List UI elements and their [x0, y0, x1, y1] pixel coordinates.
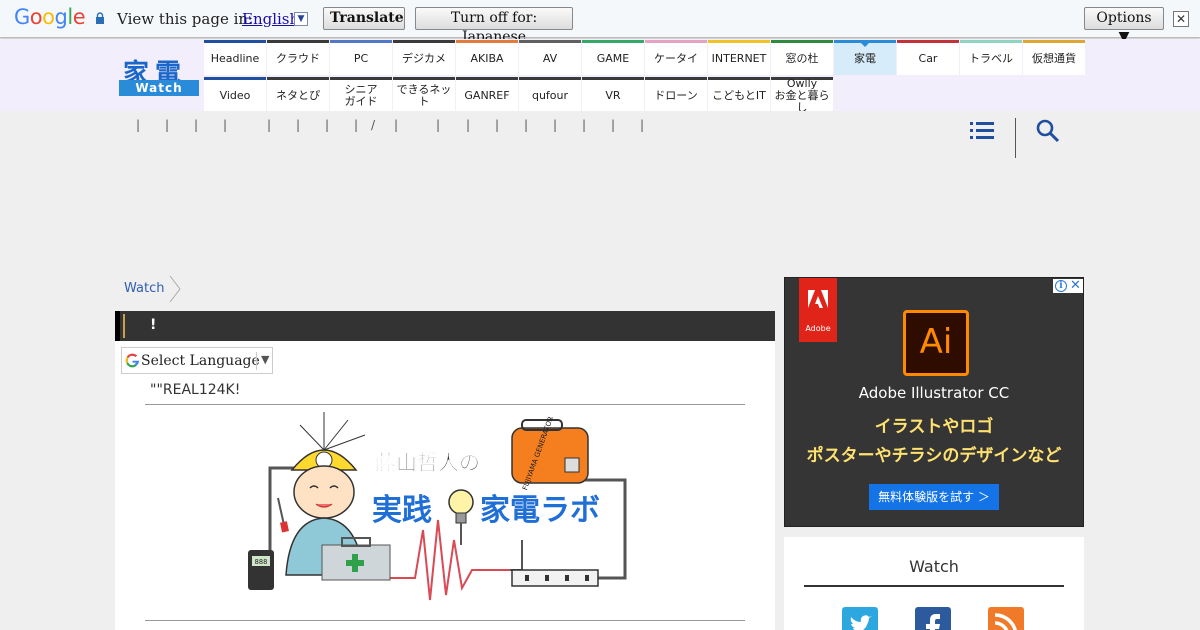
nav-item[interactable]: 仮想通貨: [1023, 40, 1085, 75]
sub-nav-separator: |: [582, 118, 587, 132]
sub-nav-separator: |: [495, 118, 500, 132]
banner-title-line1: 藤山哲人の: [374, 451, 480, 475]
sub-nav-separator: |: [553, 118, 558, 132]
translate-options-button[interactable]: Options ▼: [1084, 7, 1164, 45]
nav-item[interactable]: デジカメ: [393, 40, 455, 75]
banner-title-line2b: 家電ラボ: [480, 493, 600, 528]
advertisement[interactable]: i ✕ Adobe Ai Adobe Illustrator CC イラストやロ…: [784, 277, 1084, 527]
ad-choices[interactable]: i ✕: [1053, 279, 1083, 293]
search-icon[interactable]: [1036, 119, 1060, 143]
nav-item[interactable]: qufour: [519, 77, 581, 112]
sub-nav-separator: /: [371, 118, 376, 132]
ad-copy-line1: イラストやロゴ: [874, 417, 994, 437]
article-subtitle: ""REAL124K!: [150, 382, 241, 398]
language-dropdown-button[interactable]: ▼: [294, 12, 308, 26]
sub-nav-separator: |: [267, 118, 272, 132]
ad-cta-button[interactable]: 無料体験版を試す ＞: [869, 484, 999, 510]
turn-off-translate-button[interactable]: Turn off for: Japanese: [415, 7, 573, 45]
sub-nav-separator: |: [524, 118, 529, 132]
menu-icon[interactable]: [970, 121, 994, 141]
nav-item[interactable]: 窓の杜: [771, 40, 833, 75]
sub-nav-separator: |: [640, 118, 645, 132]
language-select-label: Select Language: [141, 353, 260, 369]
adobe-logo: Adobe: [799, 278, 837, 342]
nav-item[interactable]: INTERNET: [708, 40, 770, 75]
site-logo[interactable]: 家電 Watch: [119, 53, 199, 109]
sub-nav-separator: |: [466, 118, 471, 132]
column-banner: 888 藤山哲人の 実践 家電ラボ FUJIYAMA GENERATOR: [248, 412, 627, 601]
nav-item[interactable]: ケータイ: [645, 40, 707, 75]
nav-item[interactable]: Owlly お金と暮らし: [771, 77, 833, 114]
sub-nav-separator: |: [611, 118, 616, 132]
sub-nav-separator: |: [325, 118, 330, 132]
adobe-mark-icon: [808, 290, 828, 308]
nav-item[interactable]: VR: [582, 77, 644, 112]
sub-nav-separator: |: [165, 118, 170, 132]
nav-item[interactable]: 家電: [834, 40, 896, 75]
article-header: !: [115, 311, 775, 341]
sub-nav-separator: |: [136, 118, 141, 132]
sub-nav-separator: |: [296, 118, 301, 132]
language-select[interactable]: Select Language ▼: [121, 347, 273, 374]
google-g-icon: [125, 353, 140, 368]
nav-item[interactable]: Car: [897, 40, 959, 75]
close-icon[interactable]: ✕: [1070, 279, 1081, 293]
google-logo-letter: G: [14, 5, 30, 29]
select-arrow-icon: ▼: [261, 353, 270, 366]
google-logo: Google: [14, 5, 86, 29]
nav-item[interactable]: こどもとIT: [708, 77, 770, 112]
twitter-icon[interactable]: [842, 607, 878, 630]
ad-copy-line2: ポスターやチラシのデザインなど: [806, 446, 1062, 466]
sidebar-divider: [804, 585, 1064, 587]
facebook-icon[interactable]: [915, 607, 951, 630]
nav-item[interactable]: Video: [204, 77, 266, 112]
ad-product: Adobe Illustrator CC: [858, 384, 1010, 402]
google-logo-letter: g: [54, 5, 68, 29]
meter-readout: 888: [255, 558, 268, 566]
translate-prompt: View this page in:: [117, 10, 254, 28]
article-title: !: [150, 317, 157, 333]
nav-item[interactable]: PC: [330, 40, 392, 75]
nav-item[interactable]: GANREF: [456, 77, 518, 112]
close-translate-bar-button[interactable]: ✕: [1173, 11, 1189, 27]
chevron-right-icon: [169, 275, 181, 303]
divider: [145, 404, 745, 405]
nav-item[interactable]: クラウド: [267, 40, 329, 75]
select-divider: [256, 352, 257, 370]
nav-item[interactable]: できるネット: [393, 77, 455, 112]
nav-item[interactable]: GAME: [582, 40, 644, 75]
breadcrumb-home[interactable]: Watch: [124, 281, 164, 296]
sub-nav-separator: |: [436, 118, 441, 132]
adobe-brand: Adobe: [805, 324, 831, 333]
sub-nav-separator: |: [223, 118, 228, 132]
nav-item[interactable]: トラベル: [960, 40, 1022, 75]
google-logo-letter: o: [42, 5, 55, 29]
translate-bar: Google View this page in: English ▼ Tran…: [0, 0, 1200, 45]
sidebar-social-box: Watch: [784, 537, 1084, 630]
illustrator-app-icon: Ai: [903, 310, 969, 376]
rss-icon[interactable]: [988, 607, 1024, 630]
sub-nav-separator: |: [354, 118, 359, 132]
sub-nav-separator: |: [394, 118, 399, 132]
divider: [145, 620, 745, 621]
header-divider: [1015, 118, 1016, 158]
sub-nav-separator: |: [194, 118, 199, 132]
nav-item[interactable]: AV: [519, 40, 581, 75]
nav-item[interactable]: ネタとぴ: [267, 77, 329, 112]
banner-title-line2a: 実践: [372, 493, 432, 528]
nav-item[interactable]: シニア ガイド: [330, 77, 392, 112]
logo-watch: Watch: [119, 80, 199, 96]
info-icon[interactable]: i: [1055, 280, 1067, 292]
google-logo-letter: o: [29, 5, 43, 29]
nav-item[interactable]: ドローン: [645, 77, 707, 112]
google-logo-letter: e: [72, 5, 86, 29]
nav-item[interactable]: AKIBA: [456, 40, 518, 75]
sidebar-title: Watch: [909, 557, 959, 576]
nav-item[interactable]: Headline: [204, 40, 266, 75]
translate-button[interactable]: Translate: [323, 7, 405, 30]
lock-icon: [96, 12, 104, 24]
translate-language-link[interactable]: English: [242, 10, 299, 28]
